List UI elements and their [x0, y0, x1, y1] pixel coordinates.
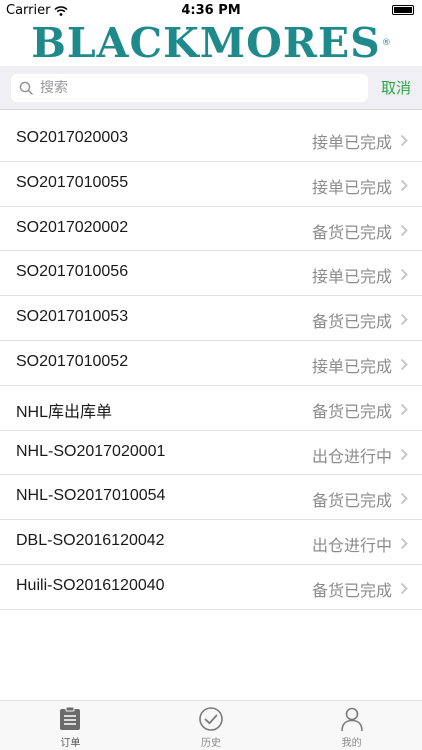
chevron-right-icon	[400, 493, 408, 505]
brand-registered-mark: ®	[381, 38, 391, 48]
search-bar: 取消	[0, 66, 422, 110]
chevron-right-icon	[400, 538, 408, 550]
order-id: NHL库出库单	[16, 403, 113, 421]
table-row[interactable]: NHL-SO2017010054 备货已完成	[0, 475, 422, 521]
order-id: NHL-SO2017010054	[16, 487, 166, 505]
cancel-button[interactable]: 取消	[381, 77, 411, 98]
chevron-right-icon	[400, 358, 408, 371]
brand-logo: BLACKMORES	[31, 18, 381, 67]
search-field[interactable]	[11, 74, 368, 102]
search-input[interactable]	[38, 75, 342, 101]
table-row[interactable]: NHL库出库单 备货已完成	[0, 386, 422, 431]
order-list: SO2017020003 接单已完成 SO2017010055 接单已完成 SO…	[0, 117, 422, 610]
status-bar: Carrier 4:36 PM	[0, 0, 422, 20]
chevron-right-icon	[400, 224, 408, 236]
search-icon	[19, 81, 33, 95]
brand-header: BLACKMORES ®	[0, 20, 422, 66]
order-id: SO2017010053	[16, 308, 129, 326]
chevron-right-icon	[400, 582, 408, 595]
tab-profile[interactable]: 我的	[281, 701, 422, 750]
order-status: 备货已完成	[311, 312, 392, 332]
order-id: NHL-SO2017020001	[16, 442, 166, 460]
check-circle-icon	[199, 707, 223, 731]
tab-orders[interactable]: 订单	[0, 701, 141, 750]
order-status: 接单已完成	[311, 133, 392, 152]
order-id: Huili-SO2016120040	[16, 576, 165, 594]
table-row[interactable]: Huili-SO2016120040 备货已完成	[0, 565, 422, 610]
chevron-right-icon	[400, 448, 408, 460]
order-status: 接单已完成	[311, 356, 392, 376]
person-icon	[340, 707, 363, 732]
order-status: 出仓进行中	[311, 536, 392, 556]
order-id: SO2017020002	[16, 218, 129, 236]
order-id: SO2017010056	[16, 263, 129, 281]
clipboard-icon	[60, 706, 81, 730]
order-status: 备货已完成	[311, 491, 392, 511]
table-row[interactable]: DBL-SO2016120042 出仓进行中	[0, 520, 422, 565]
order-status: 备货已完成	[311, 222, 392, 242]
table-row[interactable]: SO2017020003 接单已完成	[0, 117, 422, 162]
tab-history-label: 历史	[201, 738, 221, 749]
tab-orders-label: 订单	[60, 738, 81, 749]
order-status: 备货已完成	[311, 580, 392, 600]
order-id: SO2017010052	[16, 352, 129, 370]
chevron-right-icon	[400, 403, 408, 415]
chevron-right-icon	[400, 179, 408, 191]
chevron-right-icon	[400, 269, 408, 281]
table-row[interactable]: SO2017020002 备货已完成	[0, 207, 422, 252]
chevron-right-icon	[400, 314, 408, 326]
tab-history[interactable]: 历史	[141, 701, 282, 750]
order-id: SO2017010055	[16, 173, 129, 191]
table-row[interactable]: SO2017010056 接单已完成	[0, 251, 422, 297]
chevron-right-icon	[400, 134, 408, 147]
tab-bar: 订单 历史 我的	[0, 700, 422, 750]
battery-icon	[392, 5, 414, 15]
table-row[interactable]: NHL-SO2017020001 出仓进行中	[0, 431, 422, 476]
order-status: 出仓进行中	[311, 446, 392, 466]
table-row[interactable]: SO2017010052 接单已完成	[0, 341, 422, 386]
table-row[interactable]: SO2017010053 备货已完成	[0, 296, 422, 341]
table-row[interactable]: SO2017010055 接单已完成	[0, 162, 422, 207]
order-status: 接单已完成	[311, 177, 392, 197]
order-id: DBL-SO2016120042	[16, 532, 165, 550]
order-status: 备货已完成	[311, 401, 392, 421]
status-time: 4:36 PM	[181, 3, 241, 18]
order-id: SO2017020003	[16, 129, 129, 146]
order-status: 接单已完成	[311, 267, 392, 287]
tab-profile-label: 我的	[341, 738, 362, 749]
